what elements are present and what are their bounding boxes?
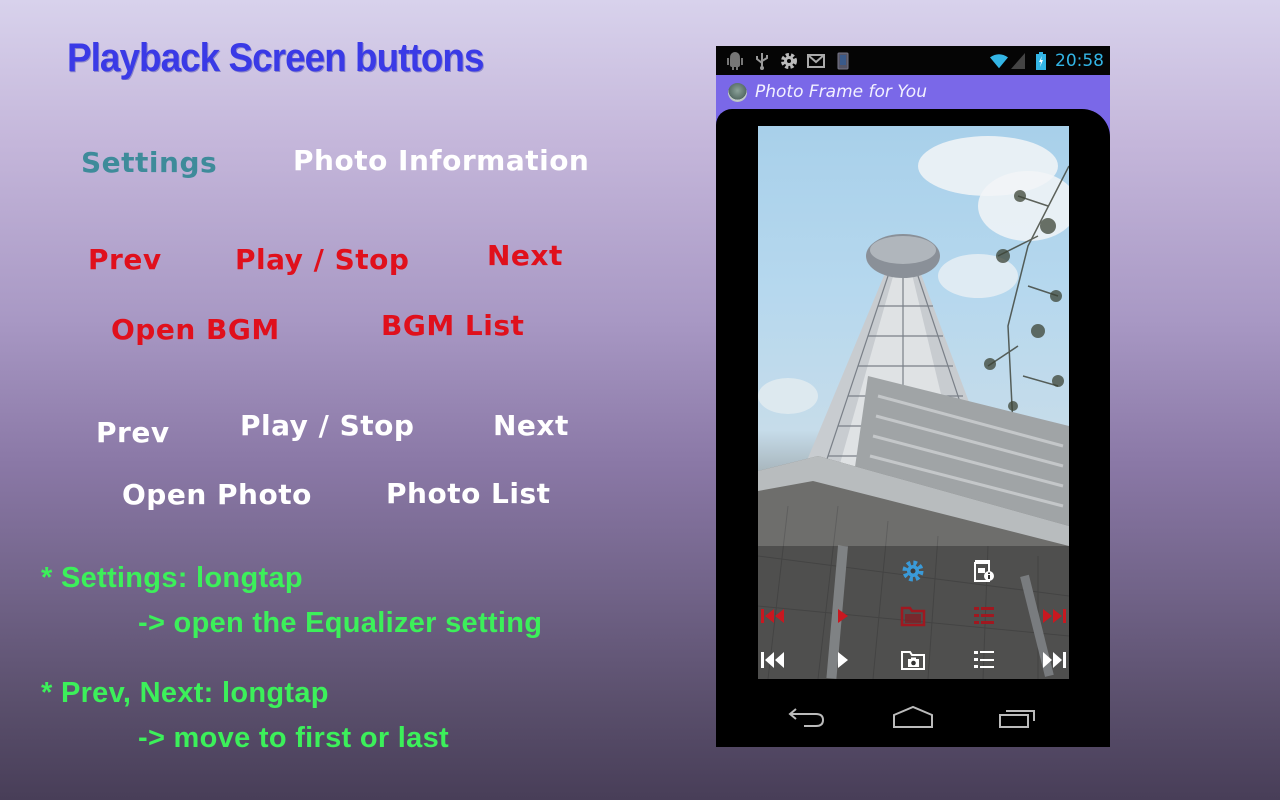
slideshow-photo[interactable] bbox=[758, 126, 1069, 679]
photo-controls-row bbox=[758, 645, 1069, 679]
wifi-icon bbox=[990, 52, 1008, 70]
app-title: Photo Frame for You bbox=[755, 82, 927, 102]
battery-charging-icon bbox=[1036, 51, 1046, 70]
bgm-next-icon bbox=[1043, 609, 1066, 623]
home-button[interactable] bbox=[892, 705, 934, 729]
bgm-list-icon bbox=[974, 607, 994, 624]
photo-play-stop-label: Play / Stop bbox=[240, 409, 415, 442]
open-photo-label: Open Photo bbox=[122, 478, 312, 511]
bgm-play-button[interactable] bbox=[828, 601, 858, 631]
photo-next-label: Next bbox=[493, 409, 569, 442]
phone-screen-icon bbox=[834, 52, 852, 70]
home-icon bbox=[893, 705, 933, 728]
status-time: 20:58 bbox=[1055, 50, 1104, 71]
gmail-icon bbox=[807, 52, 825, 70]
recent-apps-button[interactable] bbox=[998, 705, 1038, 729]
note-prevnext-line2: -> move to first or last bbox=[138, 722, 449, 754]
photo-next-icon bbox=[1043, 652, 1066, 668]
photo-prev-label: Prev bbox=[96, 416, 170, 449]
note-settings-line1: * Settings: longtap bbox=[41, 562, 303, 594]
settings-label: Settings bbox=[81, 146, 218, 179]
recent-apps-icon bbox=[999, 710, 1035, 728]
photo-information-label: Photo Information bbox=[293, 144, 590, 177]
navigation-bar bbox=[716, 687, 1110, 747]
top-controls-row bbox=[758, 556, 1069, 590]
photo-next-button[interactable] bbox=[1039, 645, 1069, 675]
photo-list-label: Photo List bbox=[386, 477, 551, 510]
bgm-list-label: BGM List bbox=[381, 309, 525, 342]
signal-icon bbox=[1009, 52, 1027, 70]
playback-content bbox=[716, 109, 1110, 687]
bgm-play-icon bbox=[838, 609, 848, 623]
app-icon bbox=[728, 82, 747, 102]
photo-prev-icon bbox=[761, 652, 784, 668]
open-bgm-label: Open BGM bbox=[111, 313, 280, 346]
photo-info-button[interactable] bbox=[969, 556, 999, 586]
open-bgm-button[interactable] bbox=[898, 601, 928, 631]
note-settings-line2: -> open the Equalizer setting bbox=[138, 607, 543, 639]
bgm-next-label: Next bbox=[487, 239, 563, 272]
photo-list-icon bbox=[974, 651, 994, 668]
open-photo-button[interactable] bbox=[898, 645, 928, 675]
android-debug-icon bbox=[726, 51, 744, 70]
page-title: Playback Screen buttons bbox=[67, 36, 484, 80]
bgm-play-stop-label: Play / Stop bbox=[235, 243, 410, 276]
status-bar: 20:58 bbox=[716, 46, 1110, 75]
bgm-controls-row bbox=[758, 601, 1069, 635]
photo-list-button[interactable] bbox=[969, 645, 999, 675]
bgm-prev-button[interactable] bbox=[758, 601, 788, 631]
photo-play-icon bbox=[838, 652, 848, 668]
bgm-prev-label: Prev bbox=[88, 243, 162, 276]
phone-screenshot: 20:58 Photo Frame for You bbox=[716, 46, 1110, 747]
back-icon bbox=[788, 708, 825, 727]
photo-info-icon bbox=[974, 560, 994, 582]
action-bar: Photo Frame for You bbox=[716, 75, 1110, 109]
bgm-list-button[interactable] bbox=[969, 601, 999, 631]
photo-prev-button[interactable] bbox=[758, 645, 788, 675]
usb-icon bbox=[753, 52, 771, 70]
bgm-next-button[interactable] bbox=[1039, 601, 1069, 631]
settings-button[interactable] bbox=[898, 556, 928, 586]
settings-gear-icon bbox=[780, 52, 798, 70]
bgm-prev-icon bbox=[761, 609, 784, 623]
back-button[interactable] bbox=[788, 705, 828, 729]
note-prevnext-line1: * Prev, Next: longtap bbox=[41, 677, 329, 709]
open-photo-folder-icon bbox=[901, 651, 925, 670]
settings-gear-icon bbox=[902, 560, 924, 582]
tower-photo-illustration bbox=[758, 136, 1069, 679]
open-bgm-folder-icon bbox=[900, 606, 926, 627]
photo-play-button[interactable] bbox=[828, 645, 858, 675]
